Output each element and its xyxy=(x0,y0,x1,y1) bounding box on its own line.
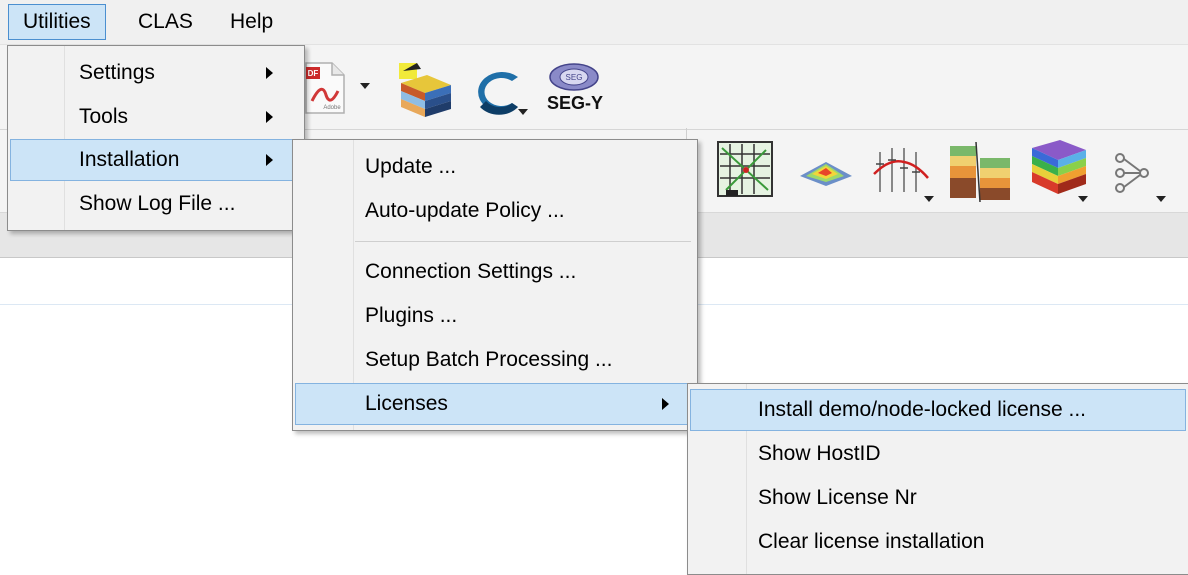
layer-cake-icon[interactable] xyxy=(1026,138,1090,202)
menu-item-label: Clear license installation xyxy=(758,530,985,553)
menu-item-update[interactable]: Update ... xyxy=(295,146,695,188)
menu-item-setup-batch-processing[interactable]: Setup Batch Processing ... xyxy=(295,339,695,381)
menu-item-label: Tools xyxy=(79,105,129,128)
workflow-icon[interactable] xyxy=(1112,150,1152,196)
menu-item-label: Show HostID xyxy=(758,442,881,465)
workflow-dropdown-icon[interactable] xyxy=(1156,196,1166,202)
svg-text:SEG: SEG xyxy=(566,73,583,82)
pdf-badge: Adobe xyxy=(323,105,341,111)
submenu-arrow-icon xyxy=(266,111,273,123)
menu-item-connection-settings[interactable]: Connection Settings ... xyxy=(295,251,695,293)
menu-item-show-hostid[interactable]: Show HostID xyxy=(690,433,1186,475)
menu-item-label: Connection Settings ... xyxy=(365,260,577,283)
menu-clas[interactable]: CLAS xyxy=(124,4,207,40)
segy-label: SEG-Y xyxy=(546,93,603,113)
layer-cake-dropdown-icon[interactable] xyxy=(1078,196,1088,202)
menu-help[interactable]: Help xyxy=(216,4,287,40)
svg-text:DF: DF xyxy=(308,69,319,78)
menu-item-label: Install demo/node-locked license ... xyxy=(758,398,1087,421)
pdf-dropdown-icon[interactable] xyxy=(360,83,370,89)
menu-separator xyxy=(355,241,691,242)
menu-item-label: Setup Batch Processing ... xyxy=(365,348,613,371)
menu-item-settings[interactable]: Settings xyxy=(10,52,302,94)
menu-item-label: Licenses xyxy=(365,392,448,415)
menu-item-tools[interactable]: Tools xyxy=(10,96,302,138)
menu-utilities[interactable]: Utilities xyxy=(8,4,106,40)
menu-item-show-log-file[interactable]: Show Log File ... xyxy=(10,183,302,225)
segy-icon[interactable]: SEG SEG-Y xyxy=(540,61,610,121)
fault-block-icon[interactable] xyxy=(946,140,1014,204)
menu-item-installation[interactable]: Installation xyxy=(10,139,302,181)
well-correlation-dropdown-icon[interactable] xyxy=(924,196,934,202)
horizon-stack-icon[interactable] xyxy=(393,59,455,121)
menu-item-label: Show Log File ... xyxy=(79,192,236,215)
menu-item-clear-license-installation[interactable]: Clear license installation xyxy=(690,521,1186,563)
installation-menu: Update ... Auto-update Policy ... Connec… xyxy=(292,139,698,431)
menu-item-label: Auto-update Policy ... xyxy=(365,199,565,222)
menu-item-label: Update ... xyxy=(365,155,457,178)
menu-item-install-license[interactable]: Install demo/node-locked license ... xyxy=(690,389,1186,431)
menu-item-show-license-nr[interactable]: Show License Nr xyxy=(690,477,1186,519)
menu-item-label: Installation xyxy=(79,148,180,171)
submenu-arrow-icon xyxy=(662,398,669,410)
menu-item-label: Settings xyxy=(79,61,155,84)
licenses-menu: Install demo/node-locked license ... Sho… xyxy=(687,383,1188,575)
submenu-arrow-icon xyxy=(266,154,273,166)
menu-item-label: Show License Nr xyxy=(758,486,917,509)
menu-item-label: Plugins ... xyxy=(365,304,458,327)
pdf-icon[interactable]: DF Adobe xyxy=(302,61,346,115)
menu-item-auto-update-policy[interactable]: Auto-update Policy ... xyxy=(295,190,695,232)
menu-item-licenses[interactable]: Licenses xyxy=(295,383,695,425)
submenu-arrow-icon xyxy=(266,67,273,79)
grid-map-icon[interactable] xyxy=(716,140,774,200)
c-logo-dropdown-icon[interactable] xyxy=(518,109,528,115)
menu-item-plugins[interactable]: Plugins ... xyxy=(295,295,695,337)
surface-icon[interactable] xyxy=(796,152,854,188)
utilities-menu: Settings Tools Installation Show Log Fil… xyxy=(7,45,305,231)
menu-bar: Utilities CLAS Help xyxy=(0,0,1188,45)
well-correlation-icon[interactable] xyxy=(870,144,934,196)
